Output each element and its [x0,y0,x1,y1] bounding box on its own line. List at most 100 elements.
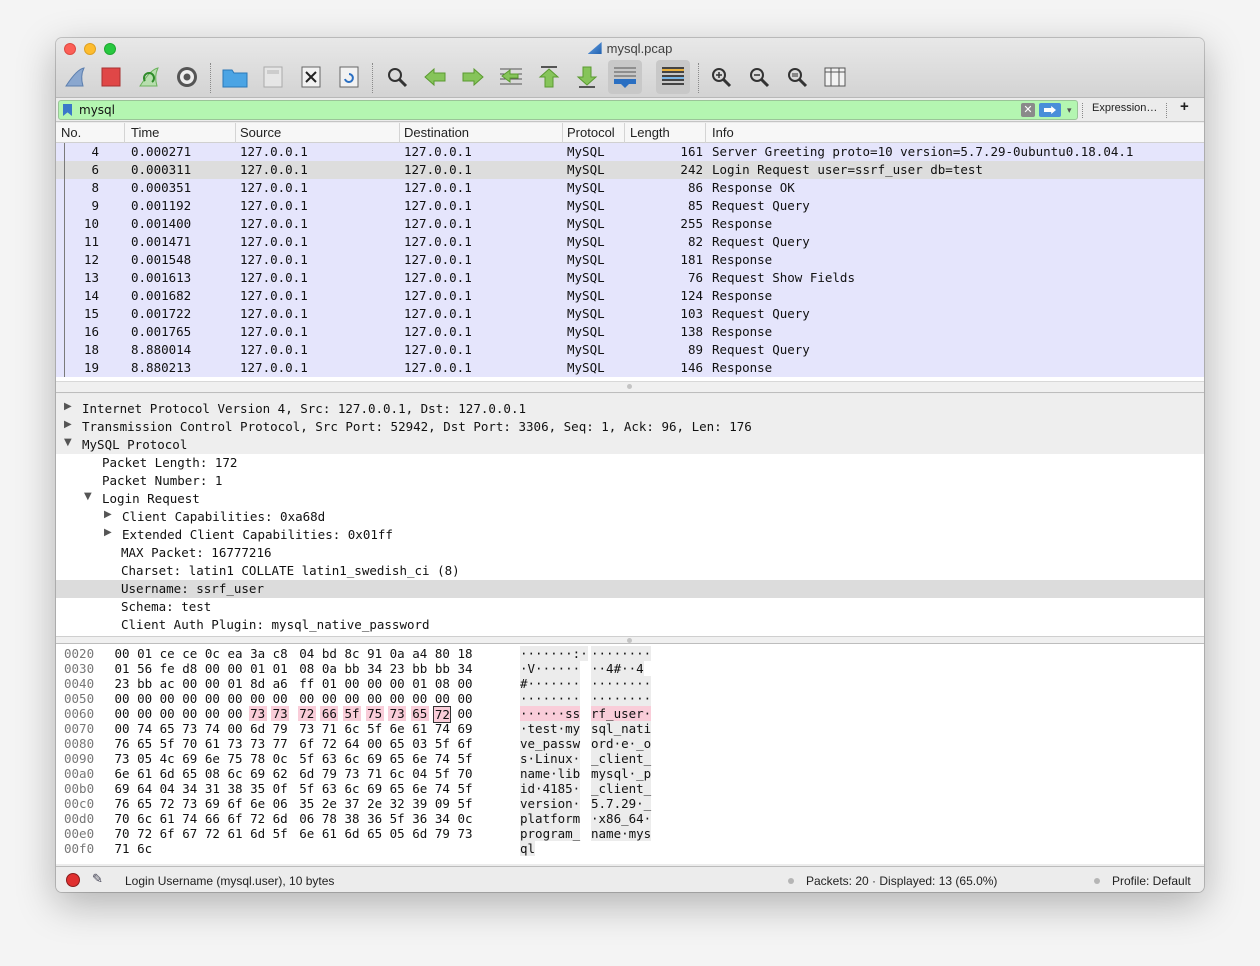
detail-row[interactable]: ▶ Extended Client Capabilities: 0x01ff [56,526,1204,544]
hex-byte[interactable]: 00 [320,691,338,706]
hex-byte[interactable]: bd [320,646,338,661]
hex-byte[interactable]: ac [158,676,176,691]
hex-byte[interactable]: 65 [366,826,384,841]
hex-byte[interactable]: 5f [271,826,289,841]
table-row[interactable]: 11 0.001471 127.0.0.1 127.0.0.1 MySQL 82 Reque… [56,233,1204,251]
hex-byte[interactable]: 01 [226,676,244,691]
clear-filter-icon[interactable]: ✕ [1021,103,1035,117]
hex-byte[interactable]: 73 [271,706,290,721]
hex-byte[interactable]: 72 [297,706,316,721]
hex-byte[interactable]: 71 [366,766,384,781]
hex-byte[interactable]: 38 [343,811,361,826]
table-row[interactable]: 10 0.001400 127.0.0.1 127.0.0.1 MySQL 255 Resp… [56,215,1204,233]
hex-byte[interactable]: 32 [388,796,406,811]
hex-byte[interactable]: 0a [320,661,338,676]
ascii-column[interactable]: ql [520,841,536,856]
hex-byte[interactable]: 00 [113,706,131,721]
hex-byte[interactable]: 73 [181,721,199,736]
hex-byte[interactable]: 79 [433,826,451,841]
ascii-column[interactable]: s·Linux· [520,751,581,766]
hex-byte[interactable]: 79 [320,766,338,781]
hex-byte[interactable]: 39 [411,796,429,811]
hex-byte[interactable]: fe [158,661,176,676]
hex-byte[interactable]: 6c [136,811,154,826]
bookmark-icon[interactable] [63,104,72,116]
hex-byte[interactable]: 72 [320,736,338,751]
hex-byte[interactable]: 6e [388,721,406,736]
hex-byte[interactable]: 66 [203,811,221,826]
hex-byte[interactable]: 00 [456,691,474,706]
hex-byte[interactable]: 74 [433,751,451,766]
hex-byte[interactable]: 6f [158,826,176,841]
hex-byte[interactable]: 64 [136,781,154,796]
ascii-column[interactable]: name·mys [591,826,652,841]
hex-byte[interactable]: 75 [226,751,244,766]
hex-byte[interactable]: 65 [158,721,176,736]
filter-history-chevron-down-icon[interactable]: ▾ [1067,101,1077,119]
hex-byte[interactable]: 74 [136,721,154,736]
hex-byte[interactable]: 2e [366,796,384,811]
hex-byte[interactable]: 5f [456,781,474,796]
hex-byte[interactable]: 6e [298,826,316,841]
hex-byte[interactable]: 04 [158,781,176,796]
hex-byte[interactable]: 00 [456,706,474,721]
hex-byte[interactable]: 61 [158,811,176,826]
hex-byte[interactable]: 00 [113,646,131,661]
hex-byte[interactable]: 3a [249,646,267,661]
column-header-no[interactable]: No. [61,125,81,140]
hex-byte[interactable]: 35 [249,781,267,796]
hex-byte[interactable]: 6e [411,751,429,766]
hex-byte[interactable]: 06 [298,811,316,826]
hex-byte[interactable]: 71 [320,721,338,736]
hex-byte[interactable]: 01 [411,676,429,691]
table-row[interactable]: 6 0.000311 127.0.0.1 127.0.0.1 MySQL 242 Login… [56,161,1204,179]
hex-byte[interactable]: 5f [298,781,316,796]
hex-byte[interactable]: 00 [366,676,384,691]
hex-byte[interactable]: 00 [158,691,176,706]
hex-byte[interactable]: 00 [203,691,221,706]
hex-byte[interactable]: 72 [136,826,154,841]
hex-byte[interactable]: 00 [226,706,244,721]
hex-byte[interactable]: 00 [388,676,406,691]
hex-byte[interactable]: 64 [343,736,361,751]
column-header-time[interactable]: Time [131,125,159,140]
colorize-button[interactable] [656,60,690,94]
hex-byte[interactable]: 34 [456,661,474,676]
reload-file-button[interactable] [332,60,366,94]
hex-byte[interactable]: a4 [411,646,429,661]
hex-byte[interactable]: 6d [343,826,361,841]
ascii-column[interactable]: _client_ [591,751,652,766]
hex-byte[interactable]: bb [136,676,154,691]
stop-capture-button[interactable] [94,60,128,94]
hex-byte[interactable]: 00 [343,676,361,691]
hex-byte[interactable]: 00 [271,691,289,706]
hex-byte[interactable]: 73 [343,766,361,781]
hex-byte[interactable]: 8c [343,646,361,661]
column-header-destination[interactable]: Destination [404,125,469,140]
hex-byte[interactable]: 74 [203,721,221,736]
hex-byte[interactable]: 5f [343,706,361,721]
start-capture-button[interactable] [58,60,92,94]
hex-byte[interactable]: 73 [113,751,131,766]
hex-byte[interactable]: 61 [411,721,429,736]
hex-byte[interactable]: 61 [226,826,244,841]
hex-byte[interactable]: ff [298,676,316,691]
hex-byte[interactable]: 00 [158,706,176,721]
hex-byte[interactable]: 34 [366,661,384,676]
hex-byte[interactable]: 0c [456,811,474,826]
hex-byte[interactable]: 69 [249,766,267,781]
column-header-length[interactable]: Length [630,125,670,140]
hex-byte[interactable]: 36 [411,811,429,826]
detail-row[interactable]: Schema: test [56,598,1204,616]
hex-byte[interactable]: 00 [249,691,267,706]
hex-byte[interactable]: 6f [226,796,244,811]
restart-capture-button[interactable] [132,60,166,94]
collapsed-triangle-icon[interactable]: ▶ [64,401,72,412]
hex-byte[interactable]: 00 [136,706,154,721]
ascii-column[interactable]: ·x86_64· [591,811,652,826]
find-packet-button[interactable] [380,60,414,94]
hex-byte[interactable]: 05 [136,751,154,766]
ascii-column[interactable]: ······ss [520,706,581,721]
column-header-protocol[interactable]: Protocol [567,125,615,140]
hex-byte[interactable]: 5f [456,796,474,811]
